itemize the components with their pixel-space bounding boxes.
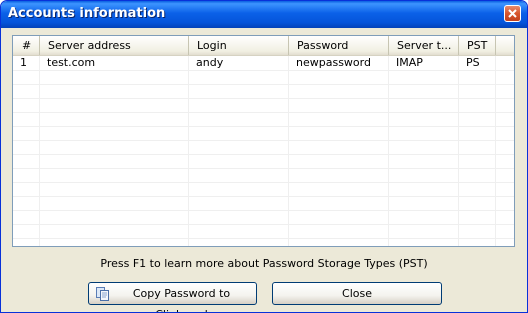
grid-line <box>13 238 514 239</box>
grid-line <box>13 126 514 127</box>
column-header-filler <box>496 36 514 55</box>
column-header-pst[interactable]: PST <box>459 36 496 55</box>
close-button[interactable]: Close <box>272 282 442 305</box>
column-header-server-address[interactable]: Server address <box>40 36 189 55</box>
close-icon <box>508 9 517 18</box>
grid-line <box>13 196 514 197</box>
cell-server-address: test.com <box>47 56 96 69</box>
grid-line <box>13 140 514 141</box>
column-header-server-type[interactable]: Server t... <box>389 36 459 55</box>
grid-line <box>13 168 514 169</box>
cell-number: 1 <box>20 56 27 69</box>
close-label: Close <box>342 287 372 300</box>
grid-line <box>13 112 514 113</box>
cell-pst: PS <box>466 56 480 69</box>
window-title: Accounts information <box>8 6 166 21</box>
copy-password-label: Copy Password to Clipboard <box>132 287 231 312</box>
copy-password-button[interactable]: Copy Password to Clipboard <box>88 282 257 312</box>
clipboard-icon <box>96 287 109 301</box>
cell-login: andy <box>196 56 224 69</box>
column-header-number[interactable]: # <box>13 36 40 55</box>
grid-line <box>13 98 514 99</box>
title-bar[interactable]: Accounts information <box>1 1 527 28</box>
grid-line <box>13 84 514 85</box>
grid-line <box>13 210 514 211</box>
cell-password: newpassword <box>296 56 371 69</box>
grid-line <box>13 70 514 71</box>
list-header: # Server address Login Password Server t… <box>13 36 514 56</box>
window-close-button[interactable] <box>504 5 521 22</box>
grid-line <box>13 224 514 225</box>
grid-line <box>13 182 514 183</box>
column-header-login[interactable]: Login <box>189 36 289 55</box>
list-rows: 1 test.com andy newpassword IMAP PS <box>13 56 514 246</box>
column-header-password[interactable]: Password <box>289 36 389 55</box>
accounts-list[interactable]: # Server address Login Password Server t… <box>12 35 515 247</box>
grid-line <box>13 154 514 155</box>
accounts-window: Accounts information # Server address Lo… <box>0 0 528 313</box>
pst-help-text: Press F1 to learn more about Password St… <box>100 257 428 270</box>
cell-server-type: IMAP <box>396 56 423 69</box>
